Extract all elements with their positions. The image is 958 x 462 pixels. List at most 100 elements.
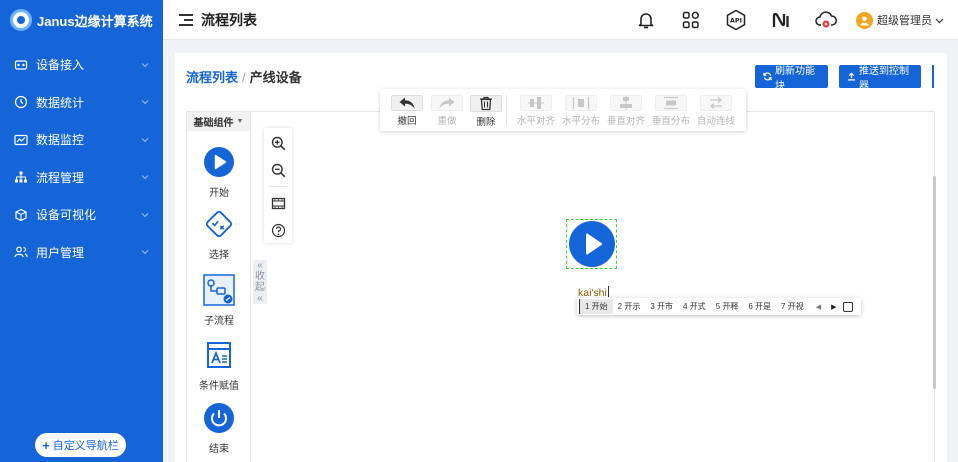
breadcrumb: 流程列表 / 产线设备	[186, 67, 302, 86]
breadcrumb-separator: /	[242, 70, 246, 85]
ime-candidate[interactable]: 7 开视	[776, 299, 809, 314]
palette-item-label: 结束	[209, 444, 229, 455]
header-divider	[932, 65, 934, 88]
apps-icon[interactable]	[679, 8, 703, 32]
ime-candidate[interactable]: 1 开始	[579, 299, 613, 314]
palette-item-label: 子流程	[204, 316, 234, 327]
user-name: 超级管理员	[877, 15, 932, 27]
device-access-icon	[14, 58, 28, 72]
undo-label: 撤回	[397, 116, 417, 127]
align-vertical-label: 垂直对齐	[606, 116, 645, 127]
sidebar-item-data-stats[interactable]: 数据统计	[0, 84, 163, 122]
redo-icon	[431, 95, 463, 111]
api-icon[interactable]: API	[724, 8, 748, 32]
undo-icon	[391, 95, 423, 111]
toolbar-divider	[506, 95, 507, 125]
ime-next-page-icon[interactable]: ▶	[828, 303, 839, 311]
ime-candidate[interactable]: 2 开示	[613, 299, 646, 314]
sidebar-item-flow-management[interactable]: 流程管理	[0, 159, 163, 197]
palette-item-start[interactable]: 开始	[187, 146, 251, 199]
collapse-palette-button[interactable]: « 收 起 «	[253, 260, 267, 304]
brand: Janus边缘计算系统	[0, 0, 163, 40]
sidebar-item-device-access[interactable]: 设备接入	[0, 46, 163, 84]
component-palette: 基础组件 ▼ 开始 选择 子流程 条件赋值 结束	[187, 112, 251, 462]
auto-connect-button[interactable]: 自动连线	[696, 95, 736, 127]
chevron-down-icon	[141, 210, 151, 220]
undo-button[interactable]: 撤回	[387, 95, 427, 127]
auto-connect-label: 自动连线	[696, 116, 735, 127]
ime-candidate[interactable]: 3 开市	[645, 299, 678, 314]
distribute-vertical-label: 垂直分布	[651, 116, 690, 127]
chevron-down-icon	[141, 97, 151, 107]
sidebar-item-device-visual[interactable]: 设备可视化	[0, 196, 163, 234]
sidebar: Janus边缘计算系统 设备接入 数据统计 数据监控 流程管理 设备可视化 用户…	[0, 0, 163, 462]
monitor-icon	[14, 133, 28, 147]
choice-icon	[203, 208, 235, 240]
distribute-horizontal-button[interactable]: 水平分布	[561, 95, 601, 127]
palette-item-subprocess[interactable]: 子流程	[187, 274, 251, 327]
breadcrumb-current: 产线设备	[249, 70, 302, 85]
condition-assign-icon	[203, 339, 235, 371]
sidebar-item-data-monitor[interactable]: 数据监控	[0, 121, 163, 159]
help-icon[interactable]	[269, 221, 287, 239]
cloud-warning-icon[interactable]	[814, 8, 838, 32]
palette-item-label: 条件赋值	[199, 381, 239, 392]
user-menu[interactable]: 超级管理员	[856, 8, 944, 32]
chevron-down-icon	[141, 172, 151, 182]
double-chevron-left-icon: «	[257, 293, 263, 304]
canvas-scrollbar[interactable]	[933, 176, 936, 389]
delete-label: 删除	[476, 117, 496, 128]
play-circle-icon[interactable]	[568, 221, 615, 267]
ni-icon[interactable]	[769, 8, 793, 32]
palette-item-label: 开始	[209, 188, 229, 199]
palette-header[interactable]: 基础组件 ▼	[187, 112, 250, 131]
auto-connect-icon	[700, 95, 732, 111]
redo-button[interactable]: 重做	[427, 95, 467, 127]
distribute-vertical-button[interactable]: 垂直分布	[651, 95, 691, 127]
bell-icon[interactable]	[634, 8, 658, 32]
palette-item-choice[interactable]: 选择	[187, 208, 251, 261]
plus-icon: +	[42, 437, 50, 453]
trash-icon	[470, 95, 502, 112]
chevron-down-icon	[141, 135, 151, 145]
api-label: API	[730, 17, 742, 25]
page-title: 流程列表	[201, 11, 257, 28]
ime-candidate[interactable]: 6 开是	[743, 299, 776, 314]
app-logo-icon	[10, 9, 32, 31]
ime-candidate-bar: 1 开始 2 开示 3 开市 4 开式 5 开释 6 开是 7 开视 ◀ ▶	[577, 298, 861, 315]
users-icon	[14, 245, 28, 259]
palette-item-end[interactable]: 结束	[187, 402, 251, 455]
align-vertical-button[interactable]: 垂直对齐	[606, 95, 646, 127]
distribute-horizontal-label: 水平分布	[561, 116, 600, 127]
custom-nav-label: 自定义导航栏	[52, 440, 119, 452]
app-title: Janus边缘计算系统	[37, 13, 153, 29]
power-circle-icon	[203, 402, 235, 434]
breadcrumb-parent-link[interactable]: 流程列表	[186, 70, 238, 85]
sidebar-item-label: 流程管理	[36, 170, 85, 185]
menu-toggle-icon[interactable]	[179, 13, 193, 26]
sidebar-item-user-management[interactable]: 用户管理	[0, 234, 163, 272]
visual-icon	[14, 208, 28, 222]
palette-item-label: 选择	[209, 250, 229, 261]
sidebar-menu: 设备接入 数据统计 数据监控 流程管理 设备可视化 用户管理	[0, 46, 163, 271]
zoom-out-icon[interactable]	[269, 161, 287, 179]
align-horizontal-label: 水平对齐	[516, 116, 555, 127]
ime-candidate[interactable]: 4 开式	[678, 299, 711, 314]
zoom-in-icon[interactable]	[269, 134, 287, 152]
palette-item-condition-assign[interactable]: 条件赋值	[187, 339, 251, 392]
push-label: 推送到控制器	[859, 65, 909, 92]
sidebar-item-label: 数据监控	[36, 133, 85, 148]
ime-candidate[interactable]: 5 开释	[711, 299, 744, 314]
refresh-blocks-button[interactable]: 刷新功能块	[755, 65, 828, 92]
fit-view-icon[interactable]	[269, 194, 287, 212]
ime-options-icon[interactable]	[843, 301, 854, 312]
ime-prev-page-icon[interactable]: ◀	[813, 303, 824, 311]
zoom-divider	[269, 186, 287, 187]
push-to-controller-button[interactable]: 推送到控制器	[839, 65, 921, 92]
custom-nav-button[interactable]: + 自定义导航栏	[35, 433, 126, 457]
sidebar-item-label: 数据统计	[36, 95, 85, 110]
canvas-node-start[interactable]	[566, 219, 617, 269]
align-horizontal-icon	[520, 95, 552, 111]
align-horizontal-button[interactable]: 水平对齐	[516, 95, 556, 127]
delete-button[interactable]: 删除	[466, 95, 506, 128]
